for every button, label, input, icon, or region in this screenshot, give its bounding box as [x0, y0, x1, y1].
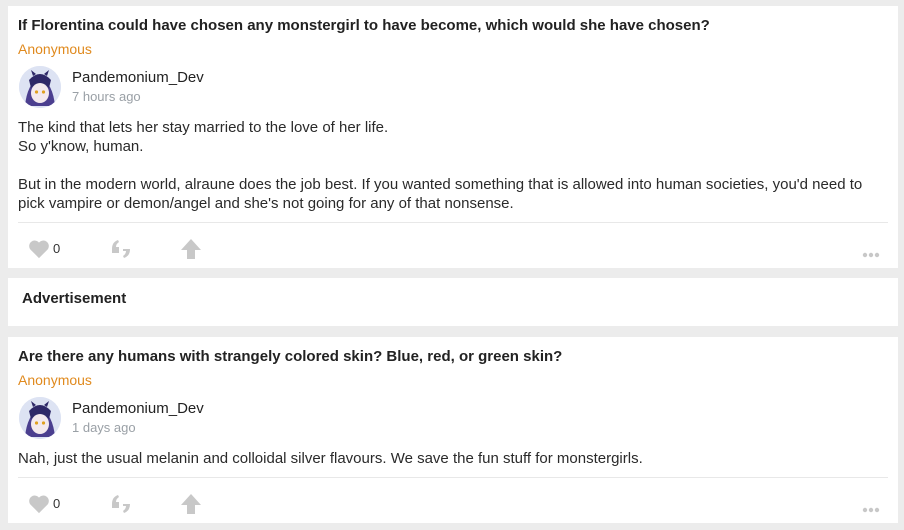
answer-line: The kind that lets her stay married to t…: [18, 119, 389, 136]
more-button[interactable]: [862, 500, 880, 518]
more-horizontal-icon: [862, 507, 880, 513]
quote-icon: [112, 240, 130, 258]
heart-icon: [29, 240, 49, 259]
answer-card: If Florentina could have chosen any mons…: [8, 6, 898, 268]
advertisement-block: Advertisement: [8, 278, 898, 326]
arrow-up-icon: [181, 239, 201, 259]
avatar[interactable]: [19, 397, 61, 439]
quote-button[interactable]: [110, 239, 132, 264]
more-horizontal-icon: [862, 252, 880, 258]
divider: [18, 222, 888, 223]
answer-line: But in the modern world, alraune does th…: [18, 176, 863, 212]
like-button[interactable]: [28, 239, 50, 264]
username[interactable]: Pandemonium_Dev: [72, 400, 204, 417]
arrow-up-icon: [181, 494, 201, 514]
answer-text: The kind that lets her stay married to t…: [18, 118, 878, 213]
timestamp: 1 days ago: [72, 420, 136, 435]
more-button[interactable]: [862, 245, 880, 263]
question-title[interactable]: If Florentina could have chosen any mons…: [18, 17, 710, 34]
quote-button[interactable]: [110, 494, 132, 519]
answer-card: Are there any humans with strangely colo…: [8, 337, 898, 523]
question-title[interactable]: Are there any humans with strangely colo…: [18, 348, 562, 365]
advertisement-label: Advertisement: [22, 290, 127, 307]
like-count: 0: [53, 496, 61, 511]
timestamp: 7 hours ago: [72, 89, 141, 104]
answer-text: Nah, just the usual melanin and colloida…: [18, 449, 878, 468]
share-button[interactable]: [180, 238, 202, 265]
quote-icon: [112, 495, 130, 513]
asker-name: Anonymous: [18, 372, 92, 388]
answer-line: So y'know, human.: [18, 138, 144, 155]
avatar[interactable]: [19, 66, 61, 108]
heart-icon: [29, 495, 49, 514]
like-button[interactable]: [28, 494, 50, 519]
answer-line: Nah, just the usual melanin and colloida…: [18, 450, 643, 467]
divider: [18, 477, 888, 478]
like-count: 0: [53, 241, 61, 256]
asker-name: Anonymous: [18, 41, 92, 57]
share-button[interactable]: [180, 493, 202, 520]
username[interactable]: Pandemonium_Dev: [72, 69, 204, 86]
